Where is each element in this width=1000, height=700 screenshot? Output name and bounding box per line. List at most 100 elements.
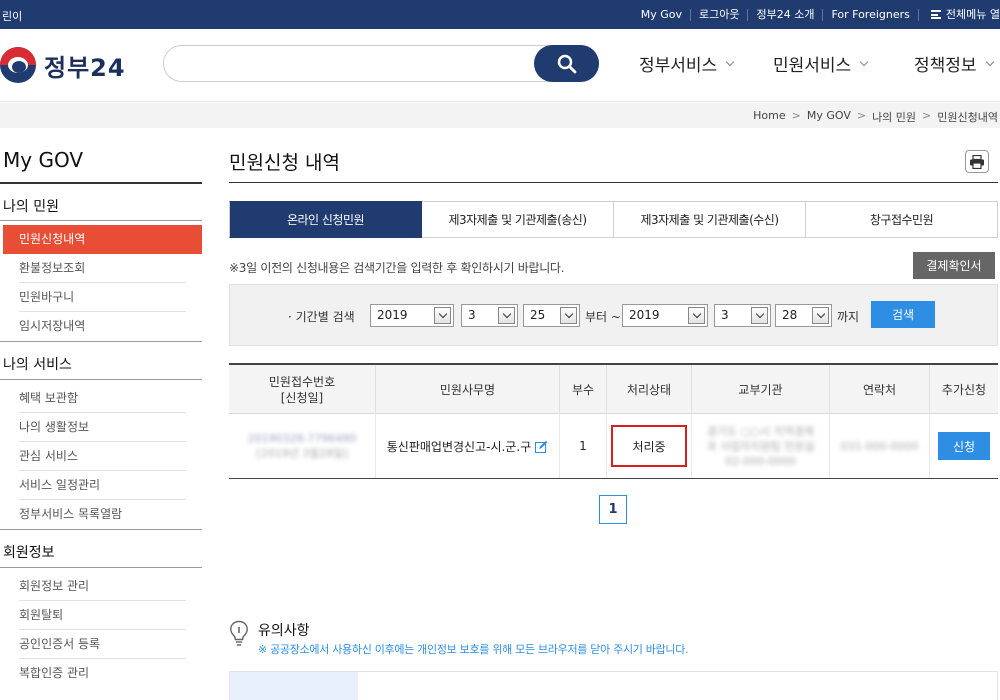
tab-list: 온라인 신청민원 제3자제출 및 기관제출(송신) 제3자제출 및 기관제출(수… <box>229 201 998 238</box>
from-suffix: 부터 ~ <box>585 310 621 324</box>
sidebar-item-schedule[interactable]: 서비스 일정관리 <box>3 471 202 500</box>
all-menu-button[interactable]: 전체메뉴 열 <box>917 7 1000 21</box>
chevron-down-icon <box>688 307 705 324</box>
to-day-select[interactable]: 28 <box>775 304 832 327</box>
col-status: 처리상태 <box>606 365 691 414</box>
sidebar-item-application-history[interactable]: 민원신청내역 <box>3 225 202 254</box>
site-logo[interactable]: 정부24 <box>0 47 126 83</box>
site-header: 정부24 정부서비스 민원서비스 정책정보 <box>0 29 1000 102</box>
sidebar-item-label: 정부서비스 목록열람 <box>19 507 123 521</box>
sidebar-item-label: 관심 서비스 <box>19 449 79 463</box>
search-input[interactable] <box>178 52 528 76</box>
top-utility-bar: 린이 My Gov 로그아웃 정부24 소개 For Foreigners 전체… <box>0 0 1000 29</box>
print-button[interactable] <box>965 150 989 173</box>
chevron-down-icon <box>812 307 829 324</box>
search-button[interactable] <box>534 45 599 82</box>
nav-civil-services[interactable]: 민원서비스 <box>773 51 869 76</box>
chevron-down-icon <box>725 57 735 66</box>
tab-third-party-receive[interactable]: 제3자제출 및 기관제출(수신) <box>614 201 806 238</box>
chevron-down-icon <box>434 307 451 324</box>
service-name[interactable]: 통신판매업변경신고-시.군.구 <box>387 438 531 455</box>
contact-number: 031-000-0000 <box>840 439 919 453</box>
sidebar-item-member-manage[interactable]: 회원정보 관리 <box>3 572 202 601</box>
sidebar-item-label: 서비스 일정관리 <box>19 478 101 492</box>
payment-receipt-button[interactable]: 결제확인서 <box>913 252 995 279</box>
all-menu-label: 전체메뉴 열 <box>945 7 1000 21</box>
nav-label: 정부서비스 <box>639 56 718 76</box>
col-receipt-no: 민원접수번호 [신청일] <box>268 374 336 405</box>
sidebar-item-civil-basket[interactable]: 민원바구니 <box>3 283 202 312</box>
cell-contact: 031-000-0000 <box>829 414 929 478</box>
select-value: 3 <box>468 308 476 322</box>
lightbulb-icon <box>230 620 248 646</box>
col-contact: 연락처 <box>829 365 929 414</box>
foreigners-link[interactable]: For Foreigners <box>822 8 917 21</box>
status-badge: 처리중 <box>611 425 687 467</box>
from-year-select[interactable]: 2019 <box>370 304 454 327</box>
sidebar-group-my-services[interactable]: 나의 서비스 <box>3 354 72 374</box>
about-link[interactable]: 정부24 소개 <box>747 8 822 21</box>
sidebar-group-member-info[interactable]: 회원정보 <box>3 542 55 562</box>
breadcrumb-mygov[interactable]: My GOV <box>807 109 851 125</box>
topbar-links: My Gov 로그아웃 정부24 소개 For Foreigners 전체메뉴 … <box>633 0 1000 29</box>
col-copies: 부수 <box>559 365 606 414</box>
edit-icon[interactable] <box>535 440 548 453</box>
from-month-select[interactable]: 3 <box>461 304 518 327</box>
breadcrumb-my-civil[interactable]: 나의 민원 <box>872 109 916 125</box>
sidebar-item-service-list[interactable]: 정부서비스 목록열람 <box>3 500 202 529</box>
topbar-left-text: 린이 <box>2 10 23 23</box>
page-title: 민원신청 내역 <box>229 152 340 174</box>
sidebar-item-label: 임시저장내역 <box>19 319 86 333</box>
table-header: 민원접수번호 [신청일] 민원사무명 부수 처리상태 교부기관 연락처 추가신청 <box>229 363 998 414</box>
sidebar-item-certificate[interactable]: 공인인증서 등록 <box>3 630 202 659</box>
sidebar: My GOV 나의 민원 민원신청내역 환불정보조회 민원바구니 임시저장내역 … <box>0 128 202 700</box>
sidebar-item-life-info[interactable]: 나의 생활정보 <box>3 413 202 442</box>
sidebar-group-my-civil[interactable]: 나의 민원 <box>3 196 59 216</box>
period-search-button[interactable]: 검색 <box>871 301 935 328</box>
to-month-select[interactable]: 3 <box>714 304 771 327</box>
period-notice: ※3일 이전의 신청내용은 검색기간을 입력한 후 확인하시기 바랍니다. <box>229 261 565 275</box>
tab-third-party-send[interactable]: 제3자제출 및 기관제출(송신) <box>422 201 614 238</box>
sidebar-item-benefit-box[interactable]: 혜택 보관함 <box>3 384 202 413</box>
sidebar-title: My GOV <box>3 148 84 172</box>
pagination-page-1[interactable]: 1 <box>599 495 627 524</box>
caution-text: ※ 공공장소에서 사용하신 이후에는 개인정보 보호를 위해 모든 브라우저를 … <box>258 643 689 656</box>
logout-link[interactable]: 로그아웃 <box>689 8 747 21</box>
cell-receipt[interactable]: 20190328-7796480 [2019년 3월28일] <box>229 414 375 478</box>
tab-counter-application[interactable]: 창구접수민원 <box>806 201 998 238</box>
filter-label: · 기간별 검색 <box>288 310 355 324</box>
sidebar-item-interest-service[interactable]: 관심 서비스 <box>3 442 202 471</box>
select-value: 2019 <box>377 308 408 322</box>
chevron-right-icon: > <box>791 109 801 122</box>
breadcrumb-bar: Home > My GOV > 나의 민원 > 민원신청내역 <box>0 103 1000 128</box>
to-year-select[interactable]: 2019 <box>622 304 708 327</box>
menu-icon <box>930 10 941 19</box>
sidebar-item-label: 나의 생활정보 <box>19 420 90 434</box>
sidebar-item-withdraw[interactable]: 회원탈퇴 <box>3 601 202 630</box>
sidebar-item-multi-auth[interactable]: 복합인증 관리 <box>3 659 202 688</box>
search-icon <box>557 54 576 73</box>
agency-name: 경기도 ○○시 지역경제과 사업자지원팀 민원실 02-000-0000 <box>706 424 815 468</box>
receipt-number[interactable]: 20190328-7796480 <box>248 431 357 446</box>
from-day-select[interactable]: 25 <box>523 304 580 327</box>
chevron-down-icon <box>751 307 768 324</box>
nav-policy-info[interactable]: 정책정보 <box>914 51 994 76</box>
sidebar-item-label: 환불정보조회 <box>19 261 86 275</box>
chevron-down-icon <box>859 57 869 66</box>
chevron-down-icon <box>985 57 994 66</box>
sidebar-item-temp-saved[interactable]: 임시저장내역 <box>3 312 202 341</box>
nav-label: 민원서비스 <box>773 56 852 76</box>
nav-gov-services[interactable]: 정부서비스 <box>639 51 735 76</box>
print-icon <box>970 154 984 169</box>
breadcrumb-home[interactable]: Home <box>753 109 785 125</box>
breadcrumb-current: 민원신청내역 <box>937 111 998 124</box>
sidebar-item-refund-info[interactable]: 환불정보조회 <box>3 254 202 283</box>
nav-label: 정책정보 <box>914 56 977 76</box>
additional-apply-button[interactable]: 신청 <box>938 432 990 460</box>
mygov-link[interactable]: My Gov <box>633 8 690 21</box>
cell-service-name: 통신판매업변경신고-시.군.구 <box>375 414 559 478</box>
chevron-right-icon: > <box>856 109 867 122</box>
col-service-name: 민원사무명 <box>375 365 559 414</box>
sidebar-item-label: 혜택 보관함 <box>19 391 79 405</box>
tab-online-application[interactable]: 온라인 신청민원 <box>229 201 422 238</box>
